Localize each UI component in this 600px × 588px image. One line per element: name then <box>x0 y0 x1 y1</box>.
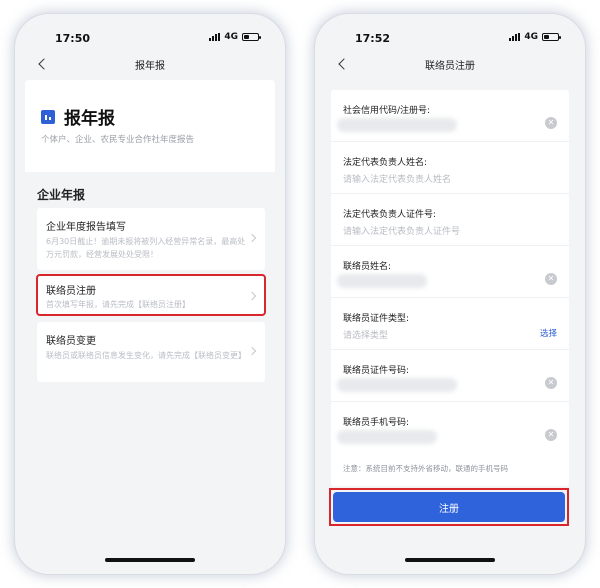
battery-icon <box>542 33 561 41</box>
section-title: 企业年报 <box>37 188 86 202</box>
id-type-select[interactable]: 请选择类型 <box>343 328 388 341</box>
contact-id-type-field: 联络员证件类型: 请选择类型 选择 <box>331 298 569 350</box>
hero-panel: 报年报 个体户、企业、农民专业合作社年度报告 <box>25 80 275 172</box>
nav-title: 报年报 <box>135 60 165 72</box>
field-label: 法定代表负责人姓名: <box>343 158 428 168</box>
nav-title: 联络员注册 <box>425 60 475 72</box>
battery-icon <box>242 33 261 41</box>
field-label: 联络员证件号码: <box>343 366 410 376</box>
contact-name-field: 联络员姓名: ✕ <box>331 246 569 298</box>
status-time: 17:50 <box>55 32 91 45</box>
back-button[interactable] <box>33 55 51 73</box>
field-label: 联络员手机号码: <box>343 418 410 428</box>
credit-code-field: 社会信用代码/注册号: ✕ <box>331 90 569 142</box>
home-indicator[interactable] <box>405 558 495 562</box>
form-note: 注意：系统目前不支持外省移动，联通的手机号码 <box>343 464 508 473</box>
phone-contact-register: 17:52 4G 联络员注册 社会信用代码/注册号: ✕ 法定代表负责人姓名: … <box>315 14 585 574</box>
card-title: 联络员变更 <box>46 336 96 347</box>
signal-icon <box>509 33 521 41</box>
chevron-left-icon <box>37 58 50 70</box>
select-type-link[interactable]: 选择 <box>540 327 557 339</box>
contact-name-input[interactable] <box>337 274 427 288</box>
clear-icon[interactable]: ✕ <box>545 429 557 441</box>
card-title: 企业年度报告填写 <box>46 222 126 233</box>
legal-rep-name-input[interactable]: 请输入法定代表负责人姓名 <box>343 172 451 185</box>
phone-annual-report: 17:50 4G 报年报 报年报 个体户、企业、农民专业合作社年度报告 企业年报… <box>15 14 285 574</box>
chevron-left-icon <box>337 58 350 70</box>
field-label: 法定代表负责人证件号: <box>343 210 437 220</box>
contact-phone-input[interactable] <box>337 430 437 444</box>
submit-highlight: 注册 <box>329 488 569 526</box>
card-desc: 联络员或联络员信息发生变化，请先完成【联络员变更】 <box>46 351 246 360</box>
register-form: 社会信用代码/注册号: ✕ 法定代表负责人姓名: 请输入法定代表负责人姓名 法定… <box>331 90 569 486</box>
contact-id-number-input[interactable] <box>337 378 457 392</box>
back-button[interactable] <box>333 55 351 73</box>
page-subtitle: 个体户、企业、农民专业合作社年度报告 <box>41 135 195 145</box>
legal-rep-name-field: 法定代表负责人姓名: 请输入法定代表负责人姓名 <box>331 142 569 194</box>
status-bar: 17:52 4G <box>315 14 585 48</box>
card-title: 联络员注册 <box>46 286 96 297</box>
register-button[interactable]: 注册 <box>333 492 565 522</box>
contact-change-card[interactable]: 联络员变更 联络员或联络员信息发生变化，请先完成【联络员变更】 <box>37 322 265 382</box>
annual-report-card[interactable]: 企业年度报告填写 6月30日截止！逾期未报将被列入经营异常名录，最高处万元罚款，… <box>37 208 265 270</box>
field-label: 社会信用代码/注册号: <box>343 106 431 116</box>
nav-bar: 联络员注册 <box>315 50 585 78</box>
contact-register-card[interactable]: 联络员注册 首次填写年报，请先完成【联络员注册】 <box>36 274 266 316</box>
clear-icon[interactable]: ✕ <box>545 273 557 285</box>
nav-bar: 报年报 <box>15 50 285 78</box>
field-label: 联络员证件类型: <box>343 314 410 324</box>
network-label: 4G <box>224 32 238 42</box>
contact-id-number-field: 联络员证件号码: ✕ <box>331 350 569 402</box>
network-label: 4G <box>524 32 538 42</box>
contact-phone-field: 联络员手机号码: ✕ <box>331 402 569 454</box>
clear-icon[interactable]: ✕ <box>545 377 557 389</box>
page-title: 报年报 <box>64 109 115 129</box>
home-indicator[interactable] <box>105 558 195 562</box>
chevron-right-icon <box>247 291 257 301</box>
chevron-right-icon <box>247 233 257 243</box>
card-desc: 6月30日截止！逾期未报将被列入经营异常名录，最高处万元罚款，经营发展处处受限！ <box>46 237 246 259</box>
status-time: 17:52 <box>355 32 391 45</box>
clear-icon[interactable]: ✕ <box>545 117 557 129</box>
legal-rep-id-input[interactable]: 请输入法定代表负责人证件号 <box>343 224 460 237</box>
signal-icon <box>209 33 221 41</box>
card-desc: 首次填写年报，请先完成【联络员注册】 <box>46 300 190 309</box>
report-app-icon <box>41 109 55 124</box>
legal-rep-id-field: 法定代表负责人证件号: 请输入法定代表负责人证件号 <box>331 194 569 246</box>
credit-code-input[interactable] <box>337 118 457 132</box>
status-bar: 17:50 4G <box>15 14 285 48</box>
field-label: 联络员姓名: <box>343 262 392 272</box>
chevron-right-icon <box>247 346 257 356</box>
